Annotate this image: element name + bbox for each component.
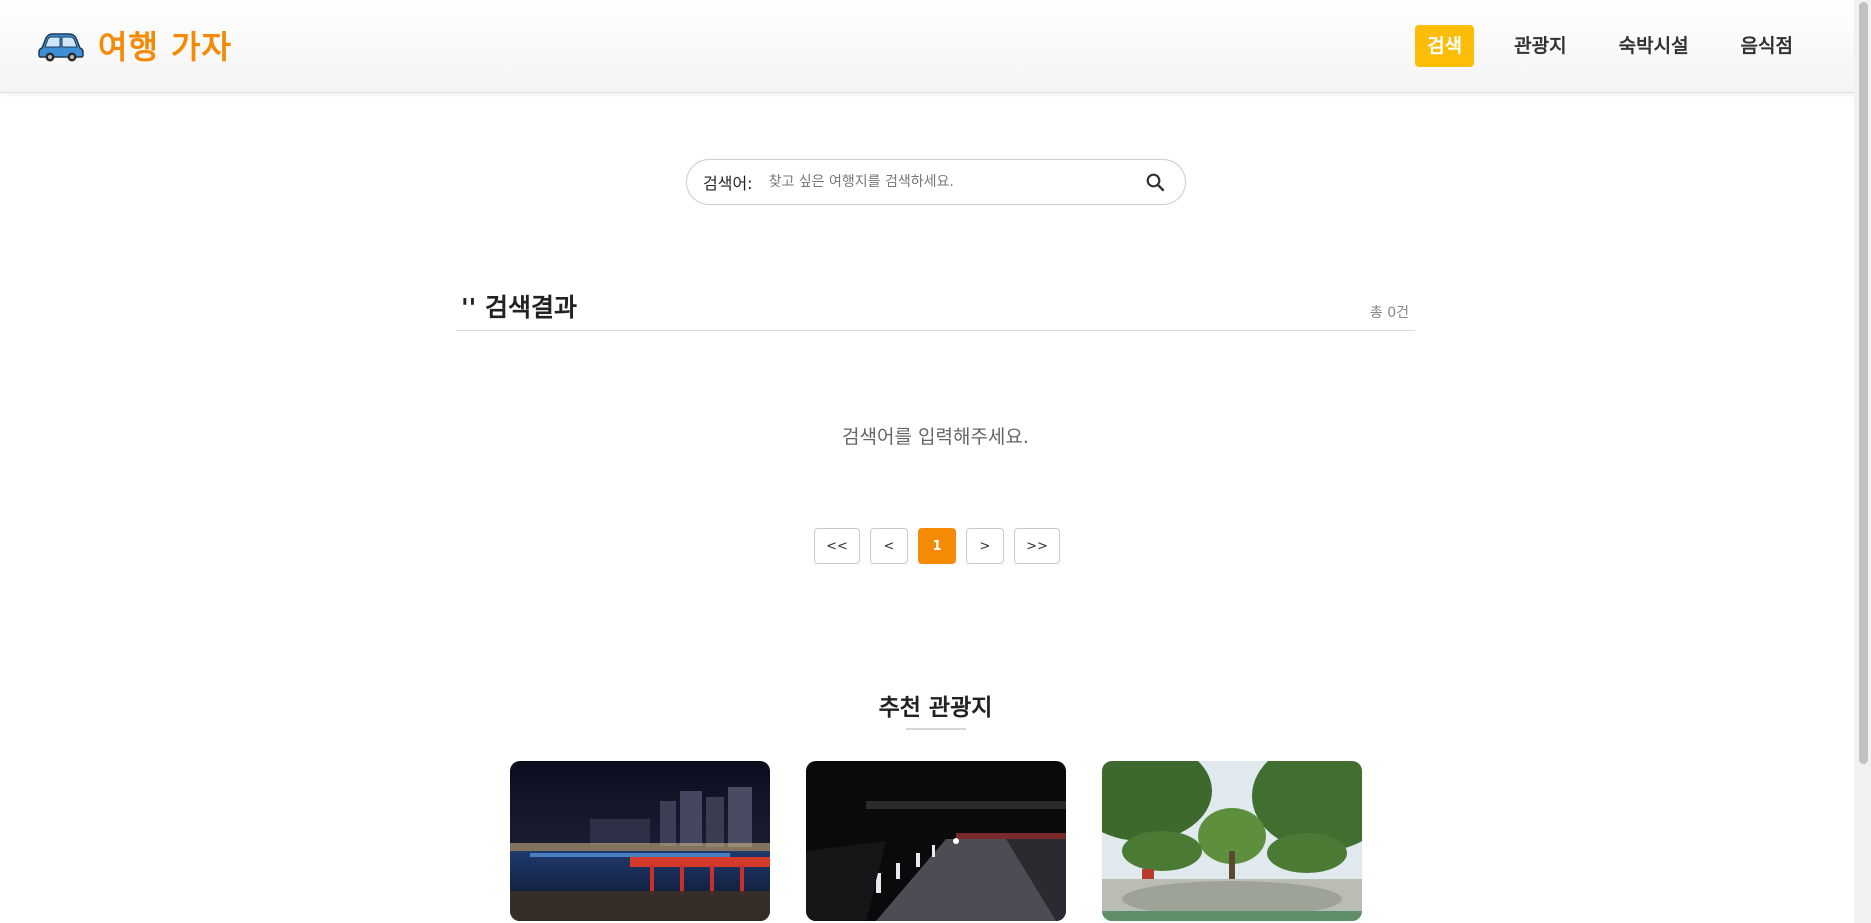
nav-restaurants[interactable]: 음식점 (1729, 25, 1805, 67)
scrollbar-thumb[interactable] (1859, 2, 1868, 764)
results-header: '' 검색결과 총 0건 (456, 284, 1415, 331)
page-prev-button[interactable]: < (870, 528, 908, 564)
page-next-button[interactable]: > (966, 528, 1004, 564)
night-waterfront-bridge-photo (510, 761, 770, 921)
nav-accommodations[interactable]: 숙박시설 (1607, 25, 1701, 67)
results-title: '' 검색결과 (461, 293, 578, 322)
logo[interactable]: 여행 가자 (38, 22, 232, 68)
recommendation-card[interactable] (510, 761, 770, 921)
nav-attractions[interactable]: 관광지 (1502, 25, 1578, 67)
night-lit-walkway-photo (806, 761, 1066, 921)
recommendation-card[interactable] (806, 761, 1066, 921)
recommendation-card[interactable] (1102, 761, 1362, 921)
page-number-button[interactable]: 1 (918, 528, 956, 564)
results-count: 총 0건 (1369, 305, 1409, 321)
car-icon (38, 28, 84, 62)
search-bar: 검색어: (686, 159, 1186, 205)
page-first-button[interactable]: << (814, 528, 860, 564)
search-label: 검색어: (703, 174, 753, 193)
park-plaza-trees-photo (1102, 761, 1362, 921)
main-nav: 검색 관광지 숙박시설 음식점 (1415, 25, 1805, 67)
title-divider (906, 728, 966, 730)
search-input[interactable] (766, 173, 1131, 191)
recommendations-title: 추천 관광지 (878, 695, 993, 721)
page-last-button[interactable]: >> (1014, 528, 1060, 564)
logo-text: 여행 가자 (98, 28, 232, 66)
empty-results-message: 검색어를 입력해주세요. (842, 426, 1029, 448)
nav-search[interactable]: 검색 (1415, 25, 1475, 67)
scrollbar[interactable] (1854, 0, 1871, 923)
pagination: << < 1 > >> (814, 528, 1070, 564)
site-header: 여행 가자 검색 관광지 숙박시설 음식점 (0, 0, 1871, 93)
search-icon[interactable] (1145, 172, 1165, 192)
